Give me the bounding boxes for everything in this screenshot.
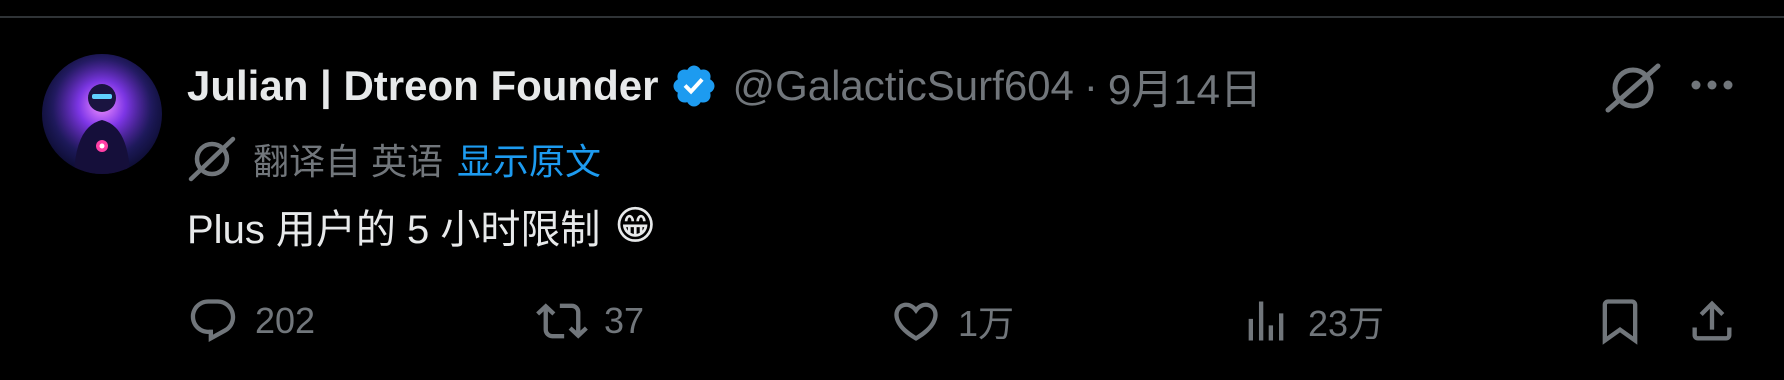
share-icon: [1692, 300, 1732, 341]
grin-emoji-icon: 😁: [614, 204, 657, 248]
like-count: 1万: [958, 303, 1015, 344]
reply-count: 202: [255, 300, 316, 341]
views-icon: [1248, 301, 1284, 341]
tweet-body: Plus 用户的 5 小时限制: [187, 208, 601, 252]
reply-button[interactable]: 202: [187, 286, 315, 356]
retweet-count: 37: [604, 300, 645, 341]
translation-notice: 翻译自 英语 显示原文: [187, 132, 601, 186]
tweet-date[interactable]: 9月14日: [1108, 56, 1262, 117]
action-bar: 202 37 1万 23万: [0, 286, 1784, 356]
like-button[interactable]: 1万: [890, 286, 1014, 356]
avatar-image: [42, 54, 162, 174]
show-original-link[interactable]: 显示原文: [457, 133, 601, 185]
heart-icon: [894, 302, 938, 341]
avatar[interactable]: [42, 54, 162, 174]
bookmark-icon: [1602, 299, 1638, 345]
user-handle[interactable]: @GalacticSurf604: [732, 62, 1073, 110]
more-icon[interactable]: [1688, 70, 1736, 100]
translated-from-label: 翻译自 英语: [253, 141, 444, 182]
retweet-button[interactable]: 37: [536, 286, 644, 356]
retweet-icon: [536, 303, 588, 339]
separator-dot: ·: [1083, 62, 1098, 109]
tweet-text: Plus 用户的 5 小时限制 😁: [187, 196, 656, 256]
share-button[interactable]: [1686, 286, 1738, 356]
reply-icon: [190, 299, 236, 343]
tweet-header: Julian | Dtreon Founder @GalacticSurf604…: [187, 56, 1262, 116]
grok-translate-icon: [187, 134, 237, 184]
top-divider: [0, 16, 1784, 18]
bookmark-button[interactable]: [1594, 286, 1646, 356]
views-button[interactable]: 23万: [1240, 286, 1384, 356]
views-count: 23万: [1308, 303, 1385, 344]
verified-badge-icon[interactable]: [670, 62, 718, 110]
display-name[interactable]: Julian | Dtreon Founder: [187, 62, 658, 110]
grok-icon[interactable]: [1604, 60, 1662, 116]
